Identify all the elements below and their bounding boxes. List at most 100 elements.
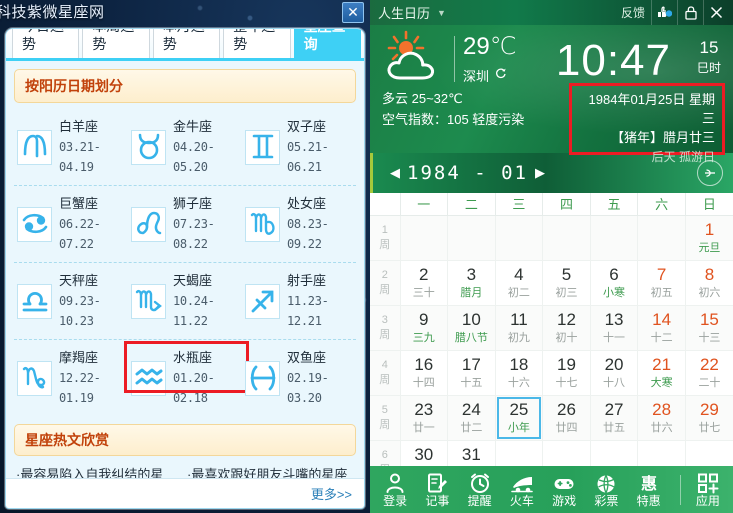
calendar-day-cell[interactable]: 21 大寒	[637, 350, 686, 396]
day-number: 16	[414, 355, 434, 374]
calendar-day-cell[interactable]: 7 初五	[637, 260, 686, 306]
day-number: 10	[461, 310, 481, 329]
refresh-icon[interactable]	[494, 67, 507, 83]
toolbar-item-lottery[interactable]: 彩票	[585, 472, 627, 508]
gamepad-icon	[553, 472, 575, 494]
toolbar-item-gamepad[interactable]: 游戏	[543, 472, 585, 508]
weather-condition: 多云 25~32℃	[382, 91, 463, 106]
tab-2[interactable]: 本周运势	[82, 29, 150, 58]
day-number: 5	[561, 265, 572, 284]
zodiac-item-sagittarius[interactable]: 射手座 11.23-12.21	[242, 269, 356, 333]
calendar-day-cell[interactable]: 12 初十	[542, 305, 591, 351]
calendar-week-row: 2 周 2 三十 3 腊月 4 初二 5 初三 6 小寒 7 初五 8 初六	[370, 260, 733, 306]
calendar-day-cell[interactable]: 23 廿一	[400, 395, 449, 441]
zodiac-item-cancer[interactable]: 巨蟹座 06.22-07.22	[14, 192, 128, 256]
screen: 科技紫微星座网 ✕ 今日运势本周运势本月运势整年运势星座查询 按阳历日期划分 白…	[0, 0, 733, 513]
toolbar-item-alarm[interactable]: 提醒	[459, 472, 501, 508]
zodiac-item-virgo[interactable]: 处女座 08.23-09.22	[242, 192, 356, 256]
zodiac-item-capricorn[interactable]: 摩羯座 12.22-01.19	[14, 346, 128, 410]
calendar-day-cell[interactable]: 26 廿四	[542, 395, 591, 441]
triangle-left-icon[interactable]: ◀	[383, 165, 407, 181]
toolbar-item-user[interactable]: 登录	[374, 472, 416, 508]
day-lunar-label: 十一	[603, 332, 626, 344]
calendar-day-cell[interactable]: 29 廿七	[685, 395, 733, 441]
toolbar-item-discount[interactable]: 惠特惠	[628, 472, 670, 508]
tab-5[interactable]: 星座查询	[293, 29, 362, 58]
libra-icon	[17, 283, 52, 319]
calendar-day-cell[interactable]: 24 廿二	[447, 395, 496, 441]
toolbar-item-apps[interactable]: 应用	[687, 472, 729, 508]
calendar-day-empty	[590, 215, 639, 261]
promo-icon[interactable]	[651, 0, 677, 25]
close-icon[interactable]	[703, 0, 729, 25]
calendar-day-cell[interactable]: 18 十六	[495, 350, 544, 396]
day-lunar-label: 十七	[555, 377, 578, 389]
calendar-day-cell[interactable]: 9 三九	[400, 305, 449, 351]
tab-4[interactable]: 整年运势	[223, 29, 291, 58]
chevron-down-icon[interactable]: ▼	[437, 8, 446, 18]
triangle-right-icon[interactable]: ▶	[528, 165, 552, 181]
lock-icon[interactable]	[677, 0, 703, 25]
zodiac-name: 摩羯座	[59, 350, 99, 365]
feedback-button[interactable]: 反馈	[621, 4, 645, 21]
calendar-day-cell[interactable]: 6 小寒	[590, 260, 639, 306]
zodiac-name: 狮子座	[173, 196, 213, 211]
calendar-day-cell[interactable]: 1 元旦	[685, 215, 733, 261]
note-icon	[426, 472, 448, 494]
calendar-day-cell[interactable]: 27 廿五	[590, 395, 639, 441]
calendar-day-cell[interactable]: 20 十八	[590, 350, 639, 396]
calendar-day-cell[interactable]: 25 小年	[495, 395, 544, 441]
toolbar-item-train[interactable]: 火车	[501, 472, 543, 508]
more-link[interactable]: 更多>>	[311, 484, 352, 503]
clock-time: 10:47	[555, 36, 671, 85]
day-lunar-label: 十八	[603, 377, 626, 389]
zodiac-item-aries[interactable]: 白羊座 03.21-04.19	[14, 115, 128, 179]
tab-3[interactable]: 本月运势	[152, 29, 221, 58]
day-lunar-label: 廿二	[460, 422, 483, 434]
tab-1[interactable]: 今日运势	[12, 29, 80, 58]
selected-date-highlight: 1984年01月25日 星期三 【猪年】腊月廿三	[569, 83, 725, 155]
toolbar-item-label: 彩票	[594, 493, 619, 508]
zodiac-item-gemini[interactable]: 双子座 05.21-06.21	[242, 115, 356, 179]
zodiac-item-leo[interactable]: 狮子座 07.23-08.22	[128, 192, 242, 256]
calendar-day-cell[interactable]: 16 十四	[400, 350, 449, 396]
zodiac-date-range: 02.19-03.20	[287, 371, 329, 405]
day-lunar-label: 廿五	[603, 422, 626, 434]
zodiac-item-scorpio[interactable]: 天蝎座 10.24-11.22	[128, 269, 242, 333]
city-name: 深圳	[463, 68, 490, 84]
user-icon	[384, 472, 406, 494]
calendar-day-cell[interactable]: 10 腊八节	[447, 305, 496, 351]
calendar-day-cell[interactable]: 8 初六	[685, 260, 733, 306]
calendar-window: 人生日历 ▼ 反馈 29℃ 深圳 多云 25~32℃ 空气指数：105 轻度污染…	[370, 0, 733, 513]
calendar-day-cell[interactable]: 11 初九	[495, 305, 544, 351]
zodiac-name: 金牛座	[173, 119, 213, 134]
calendar-day-cell[interactable]: 22 二十	[685, 350, 733, 396]
toolbar-divider	[679, 474, 681, 505]
calendar-day-cell[interactable]: 28 廿六	[637, 395, 686, 441]
toolbar-item-note[interactable]: 记事	[416, 472, 458, 508]
zodiac-item-aquarius[interactable]: 水瓶座 01.20-02.18	[124, 341, 249, 410]
toolbar-item-label: 提醒	[467, 493, 492, 508]
month-label: 1984 - 01	[407, 162, 528, 184]
zodiac-date-range: 05.21-06.21	[287, 140, 329, 174]
zodiac-item-libra[interactable]: 天秤座 09.23-10.23	[14, 269, 128, 333]
zodiac-name: 天秤座	[59, 273, 99, 288]
aquarius-icon	[131, 360, 166, 396]
calendar-day-cell[interactable]: 4 初二	[495, 260, 544, 306]
zodiac-item-taurus[interactable]: 金牛座 04.20-05.20	[128, 115, 242, 179]
zodiac-item-pisces[interactable]: 双鱼座 02.19-03.20	[242, 346, 356, 410]
calendar-day-cell[interactable]: 2 三十	[400, 260, 449, 306]
calendar-day-cell[interactable]: 15 十三	[685, 305, 733, 351]
sun-behind-cloud-icon	[378, 30, 452, 88]
close-icon[interactable]: ✕	[342, 2, 364, 23]
zodiac-name: 射手座	[287, 273, 327, 288]
zodiac-date-range: 06.22-07.22	[59, 217, 101, 251]
calendar-day-cell[interactable]: 5 初三	[542, 260, 591, 306]
calendar-day-cell[interactable]: 13 十一	[590, 305, 639, 351]
calendar-day-cell[interactable]: 3 腊月	[447, 260, 496, 306]
calendar-day-cell[interactable]: 14 十二	[637, 305, 686, 351]
calendar-day-cell[interactable]: 17 十五	[447, 350, 496, 396]
calendar-day-empty	[447, 215, 496, 261]
tab-bar: 今日运势本周运势本月运势整年运势星座查询	[6, 29, 364, 61]
calendar-day-cell[interactable]: 19 十七	[542, 350, 591, 396]
